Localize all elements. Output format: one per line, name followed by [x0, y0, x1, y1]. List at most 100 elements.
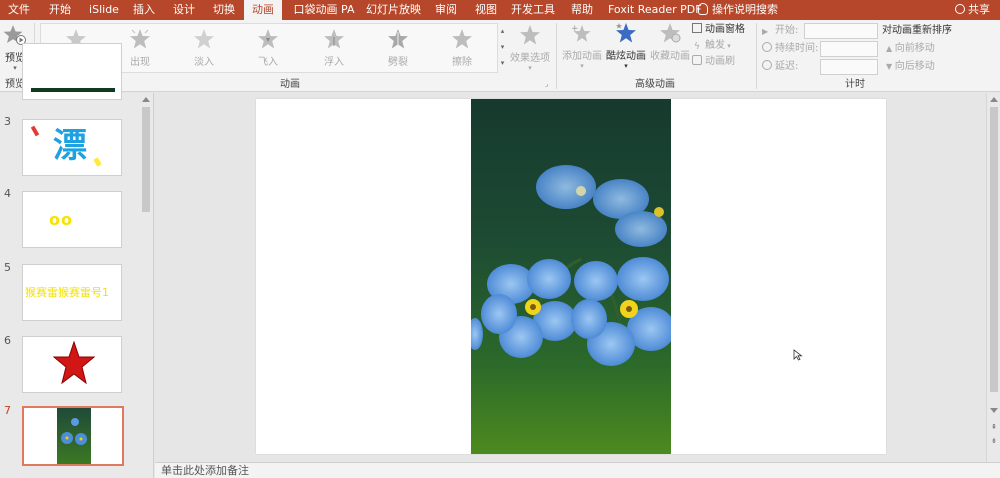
effect-options-button[interactable]: 效果选项 ▾	[510, 24, 550, 72]
add-animation-button[interactable]: + 添加动画 ▾	[562, 22, 602, 70]
tab-file[interactable]: 文件	[6, 0, 32, 20]
editor-scrollbar[interactable]: ⇞ ⇟	[986, 93, 1000, 462]
tab-insert[interactable]: 插入	[128, 0, 160, 20]
group-label-timing: 计时	[845, 79, 865, 90]
slide-thumbnail-6[interactable]	[22, 336, 122, 393]
cool-animation-label: 酷炫动画	[606, 51, 646, 62]
tab-animations[interactable]: 动画	[244, 0, 282, 22]
tab-help[interactable]: 帮助	[566, 0, 598, 20]
gallery-item-fade[interactable]: 淡入	[184, 28, 224, 68]
slide-thumbnail-7[interactable]	[22, 406, 124, 466]
move-later-button[interactable]: ▼ 向后移动	[886, 59, 935, 75]
delay-setting: 延迟:	[762, 59, 798, 75]
effect-options-label: 效果选项	[510, 53, 550, 64]
dialog-launcher-icon[interactable]: ⌟	[545, 80, 548, 88]
gallery-item-wipe[interactable]: 擦除	[442, 28, 482, 68]
animation-pane-label: 动画窗格	[705, 24, 745, 35]
clock-icon	[762, 42, 772, 52]
tab-view[interactable]: 视图	[470, 0, 502, 20]
slide-number: 3	[4, 115, 11, 128]
duration-label: 持续时间:	[775, 43, 819, 54]
delay-input[interactable]	[820, 59, 878, 75]
gallery-item-appear[interactable]: 出现	[120, 28, 160, 68]
thumb-confetti	[93, 157, 102, 167]
gallery-item-label: 擦除	[452, 57, 472, 68]
animation-painter-label: 动画刷	[705, 56, 735, 67]
star-split-icon	[388, 29, 408, 49]
arrow-up-icon: ▲	[886, 44, 895, 53]
start-select[interactable]	[804, 23, 878, 39]
previous-slide-icon[interactable]: ⇞	[990, 423, 998, 431]
gallery-item-label: 出现	[130, 57, 150, 68]
star-fly-in-icon	[258, 29, 278, 49]
gallery-item-label: 劈裂	[388, 57, 408, 68]
gallery-item-split[interactable]: 劈裂	[378, 28, 418, 68]
gallery-item-float-in[interactable]: 浮入	[314, 28, 354, 68]
slide-thumbnail[interactable]	[22, 43, 122, 100]
favorite-animation-label: 收藏动画	[650, 51, 690, 62]
tab-home[interactable]: 开始	[44, 0, 76, 20]
cool-animation-button[interactable]: 酷炫动画 ▾	[604, 22, 648, 70]
effect-options-dropdown-icon: ▾	[528, 64, 532, 72]
share-button[interactable]: 共享	[955, 0, 990, 20]
clock-icon	[762, 60, 772, 70]
duration-input[interactable]	[820, 41, 878, 57]
scroll-thumb[interactable]	[990, 107, 998, 392]
thumb-dark-bar	[31, 88, 115, 92]
tab-transitions[interactable]: 切换	[208, 0, 240, 20]
cool-animation-dropdown-icon: ▾	[624, 62, 628, 70]
scroll-thumb[interactable]	[142, 107, 150, 212]
tab-review[interactable]: 审阅	[430, 0, 462, 20]
scroll-down-icon[interactable]	[990, 408, 998, 413]
tab-pocket-animation[interactable]: 口袋动画 PA	[292, 0, 356, 20]
thumbnails-scrollbar[interactable]	[139, 93, 153, 478]
forget-me-not-photo[interactable]	[471, 99, 671, 454]
tell-me-search[interactable]: 操作说明搜索	[698, 0, 778, 20]
ribbon-tab-bar: 文件 开始 iSlide 插入 设计 切换 动画 口袋动画 PA 幻灯片放映 审…	[0, 0, 1000, 22]
group-label-advanced: 高级动画	[635, 79, 675, 90]
trigger-button[interactable]: ϟ 触发 ▾	[692, 38, 731, 54]
add-animation-label: 添加动画	[562, 51, 602, 62]
tab-design[interactable]: 设计	[168, 0, 200, 20]
thumb-flower-photo	[57, 408, 91, 464]
favorite-animation-button[interactable]: 收藏动画	[650, 22, 690, 62]
slide-thumbnail-3[interactable]: 漂	[22, 119, 122, 176]
lightbulb-icon	[698, 3, 708, 15]
animation-painter-button[interactable]: 动画刷	[692, 54, 735, 70]
thumb-text: 漂	[53, 126, 87, 166]
ribbon-animations: 预览 ▾ 预览 无 出现 淡入 飞入 浮入 劈裂	[0, 20, 1000, 92]
reorder-heading: 对动画重新排序	[882, 25, 952, 36]
star-float-in-icon	[324, 29, 344, 49]
move-earlier-label: 向前移动	[894, 43, 935, 54]
play-icon: ▶	[762, 27, 769, 36]
tab-foxit[interactable]: Foxit Reader PDF	[608, 0, 702, 20]
thumb-text: oo	[49, 210, 73, 229]
slide-number: 5	[4, 261, 11, 274]
star-fade-icon	[194, 29, 214, 49]
scroll-up-icon[interactable]	[990, 97, 998, 102]
move-earlier-button[interactable]: ▲ 向前移动	[886, 41, 935, 57]
star-wipe-icon	[452, 29, 472, 49]
slide-canvas[interactable]	[256, 99, 886, 454]
slide-thumbnail-4[interactable]: oo	[22, 191, 122, 248]
gallery-item-fly-in[interactable]: 飞入	[248, 28, 288, 68]
next-slide-icon[interactable]: ⇟	[990, 437, 998, 445]
tab-slideshow[interactable]: 幻灯片放映	[366, 0, 421, 20]
share-label: 共享	[968, 3, 990, 16]
lightning-icon: ϟ	[694, 42, 700, 52]
thumb-text: 猴赛雷猴赛雷号1	[25, 286, 109, 299]
notes-pane[interactable]: 单击此处添加备注	[155, 462, 1000, 478]
move-later-label: 向后移动	[894, 61, 935, 72]
slide-editor: ⇞ ⇟	[155, 93, 1000, 462]
separator	[756, 23, 757, 89]
notes-placeholder: 单击此处添加备注	[161, 464, 249, 477]
star-icon	[53, 341, 95, 385]
slide-thumbnail-5[interactable]: 猴赛雷猴赛雷号1	[22, 264, 122, 321]
tab-developer[interactable]: 开发工具	[510, 0, 556, 20]
gallery-scrollbar[interactable]: ▴ ▾ ▾	[497, 23, 507, 73]
tab-islide[interactable]: iSlide	[88, 0, 120, 20]
animation-pane-button[interactable]: 动画窗格	[692, 22, 745, 38]
scroll-up-icon[interactable]	[142, 97, 150, 102]
start-label: 开始:	[775, 25, 799, 36]
gallery-item-label: 飞入	[258, 57, 278, 68]
